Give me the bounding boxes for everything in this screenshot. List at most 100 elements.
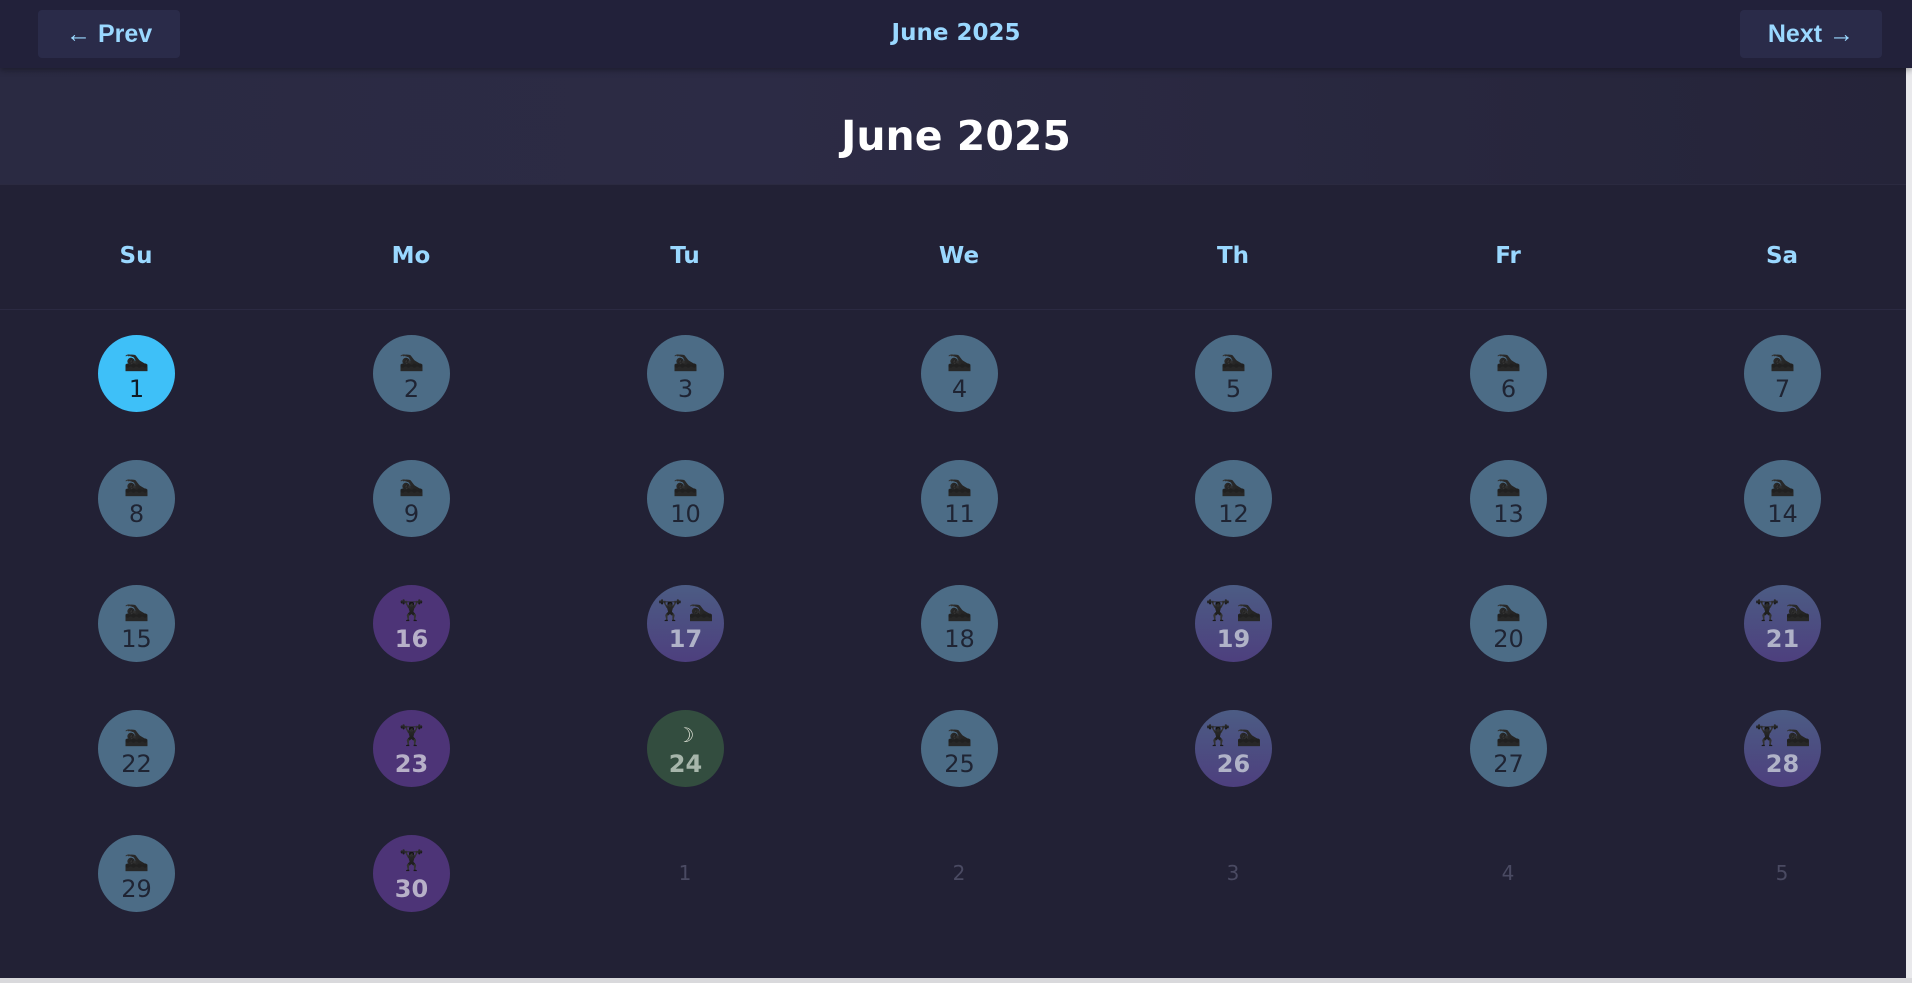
day-number: 20: [1493, 625, 1524, 653]
day-activity-icons: ☽: [641, 722, 730, 748]
day-number: 18: [944, 625, 975, 653]
day-activity-icons: 🏊: [92, 347, 181, 373]
day-activity-icons: 🏊: [1738, 472, 1827, 498]
day-cell[interactable]: 🏋 16: [373, 585, 450, 662]
next-month-day: 2: [952, 861, 966, 885]
day-number: 14: [1767, 500, 1798, 528]
day-cell[interactable]: 🏊 27: [1470, 710, 1547, 787]
day-number: 7: [1774, 375, 1791, 403]
day-cell[interactable]: 🏊 13: [1470, 460, 1547, 537]
day-activity-icons: 🏊: [367, 472, 456, 498]
moon-icon: ☽: [676, 723, 695, 747]
day-activity-icons: 🏊: [915, 722, 1004, 748]
day-number: 9: [403, 500, 420, 528]
day-cell[interactable]: 🏊 12: [1195, 460, 1272, 537]
day-cell[interactable]: 🏊 5: [1195, 335, 1272, 412]
day-cell[interactable]: 🏊 10: [647, 460, 724, 537]
day-activity-icons: 🏊: [1464, 722, 1553, 748]
day-cell[interactable]: 🏊 8: [98, 460, 175, 537]
day-number: 26: [1216, 750, 1251, 778]
day-cell[interactable]: 🏋 🏊 21: [1744, 585, 1821, 662]
day-cell[interactable]: 🏊 20: [1470, 585, 1547, 662]
day-cell[interactable]: 🏊 22: [98, 710, 175, 787]
day-activity-icons: 🏊: [915, 347, 1004, 373]
day-number: 12: [1218, 500, 1249, 528]
calendar-page: ← Prev June 2025 Next → June 2025 Su Mo …: [0, 0, 1912, 983]
day-cell[interactable]: ☽ 24: [647, 710, 724, 787]
day-cell[interactable]: 🏊 6: [1470, 335, 1547, 412]
day-cell[interactable]: 🏊 15: [98, 585, 175, 662]
day-number: 29: [121, 875, 152, 903]
swim-icon: 🏊: [124, 723, 149, 747]
horizontal-scrollbar[interactable]: [0, 978, 1912, 983]
swim-icon: 🏊: [399, 348, 424, 372]
day-cell[interactable]: 🏊 7: [1744, 335, 1821, 412]
next-month-button[interactable]: Next →: [1739, 10, 1882, 58]
day-cell[interactable]: 🏊 29: [98, 835, 175, 912]
swim-icon: 🏊: [947, 723, 972, 747]
day-number: 1: [128, 375, 145, 403]
vertical-scrollbar[interactable]: [1906, 0, 1912, 983]
day-activity-icons: 🏋 🏊: [1189, 722, 1278, 748]
swim-icon: 🏊: [947, 348, 972, 372]
day-cell[interactable]: 🏊 25: [921, 710, 998, 787]
dumbbell-icon: 🏋: [1205, 723, 1231, 747]
swim-icon: 🏊: [124, 348, 149, 372]
swim-icon: 🏊: [1236, 723, 1262, 747]
day-cell[interactable]: 🏊 2: [373, 335, 450, 412]
day-number: 28: [1765, 750, 1800, 778]
dumbbell-icon: 🏋: [1754, 598, 1780, 622]
swim-icon: 🏊: [1496, 348, 1521, 372]
day-cell[interactable]: 🏋 🏊 28: [1744, 710, 1821, 787]
day-cell[interactable]: 🏊 1: [98, 335, 175, 412]
day-number: 24: [668, 750, 703, 778]
day-activity-icons: 🏊: [92, 472, 181, 498]
day-cell[interactable]: 🏋 🏊 19: [1195, 585, 1272, 662]
swim-icon: 🏊: [688, 598, 714, 622]
day-cell[interactable]: 🏋 30: [373, 835, 450, 912]
day-activity-icons: 🏊: [1464, 597, 1553, 623]
day-activity-icons: 🏊: [1189, 472, 1278, 498]
day-activity-icons: 🏊: [367, 347, 456, 373]
day-activity-icons: 🏊: [915, 472, 1004, 498]
day-activity-icons: 🏋 🏊: [1738, 597, 1827, 623]
dumbbell-icon: 🏋: [399, 598, 424, 622]
day-activity-icons: 🏋: [367, 847, 456, 873]
swim-icon: 🏊: [1221, 473, 1246, 497]
day-cell[interactable]: 🏊 14: [1744, 460, 1821, 537]
day-cell[interactable]: 🏊 11: [921, 460, 998, 537]
day-cell[interactable]: 🏊 9: [373, 460, 450, 537]
nav-month-title: June 2025: [891, 20, 1021, 46]
day-activity-icons: 🏊: [641, 472, 730, 498]
day-activity-icons: 🏋 🏊: [1189, 597, 1278, 623]
swim-icon: 🏊: [1770, 473, 1795, 497]
day-activity-icons: 🏊: [1738, 347, 1827, 373]
day-number: 16: [394, 625, 429, 653]
day-cell[interactable]: 🏋 23: [373, 710, 450, 787]
dumbbell-icon: 🏋: [399, 723, 424, 747]
day-cell[interactable]: 🏊 4: [921, 335, 998, 412]
day-activity-icons: 🏊: [641, 347, 730, 373]
swim-icon: 🏊: [673, 473, 698, 497]
day-number: 15: [121, 625, 152, 653]
swim-icon: 🏊: [1236, 598, 1262, 622]
day-activity-icons: 🏊: [1189, 347, 1278, 373]
day-activity-icons: 🏋 🏊: [1738, 722, 1827, 748]
day-number: 2: [403, 375, 420, 403]
day-cell[interactable]: 🏋 🏊 26: [1195, 710, 1272, 787]
day-cell[interactable]: 🏋 🏊 17: [647, 585, 724, 662]
dumbbell-icon: 🏋: [657, 598, 683, 622]
swim-icon: 🏊: [1770, 348, 1795, 372]
day-number: 19: [1216, 625, 1251, 653]
day-number: 4: [951, 375, 968, 403]
swim-icon: 🏊: [947, 473, 972, 497]
swim-icon: 🏊: [124, 848, 149, 872]
day-number: 3: [677, 375, 694, 403]
day-number: 25: [944, 750, 975, 778]
day-cell[interactable]: 🏊 18: [921, 585, 998, 662]
day-number: 17: [668, 625, 703, 653]
day-cell[interactable]: 🏊 3: [647, 335, 724, 412]
day-number: 10: [670, 500, 701, 528]
swim-icon: 🏊: [1785, 723, 1811, 747]
day-number: 27: [1493, 750, 1524, 778]
